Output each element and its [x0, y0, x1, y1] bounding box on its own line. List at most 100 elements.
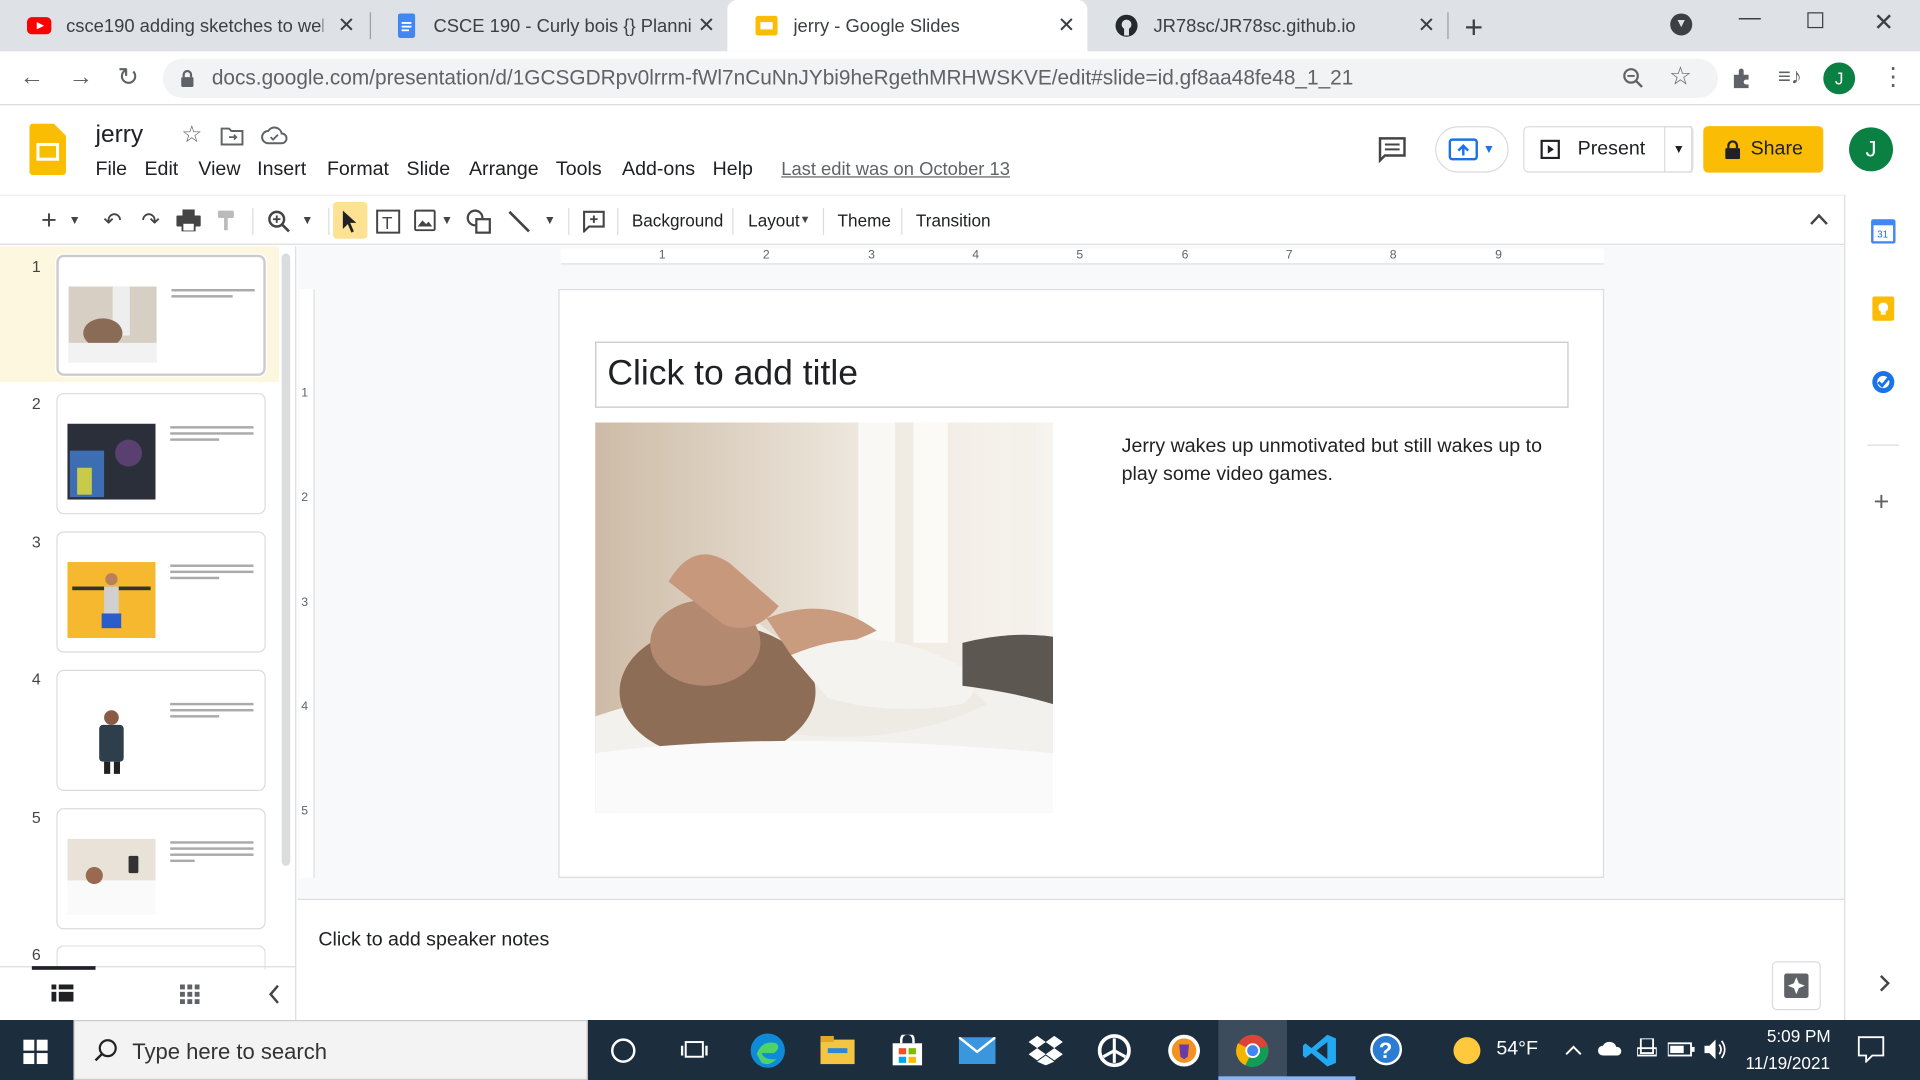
browser-tab-docs[interactable]: CSCE 190 - Curly bois {} Planning ✕ — [367, 0, 727, 51]
document-title[interactable]: jerry — [96, 121, 144, 149]
zoom-out-icon[interactable] — [1622, 67, 1644, 89]
menu-file[interactable]: File — [96, 159, 128, 181]
last-edit-link[interactable]: Last edit was on October 13 — [781, 159, 1010, 180]
onedrive-cloud-icon[interactable] — [1597, 1040, 1624, 1057]
back-arrow-icon[interactable]: ← — [20, 64, 44, 92]
layout-button[interactable]: Layout — [748, 211, 799, 231]
grid-view-icon[interactable] — [180, 984, 200, 1005]
clock-time[interactable]: 5:09 PM — [1756, 1026, 1842, 1046]
menu-view[interactable]: View — [198, 159, 240, 181]
restore-icon[interactable] — [1807, 12, 1824, 29]
layout-chevron-down-icon[interactable]: ▼ — [800, 213, 811, 225]
account-avatar[interactable]: J — [1848, 127, 1894, 172]
new-tab-plus-icon[interactable]: + — [1465, 9, 1484, 47]
file-explorer-icon[interactable] — [817, 1030, 859, 1072]
calendar-icon[interactable]: 31 — [1871, 219, 1896, 244]
slide-photo[interactable] — [595, 422, 1054, 814]
present-to-meeting-button[interactable]: ▼ — [1435, 126, 1509, 173]
close-icon[interactable]: ✕ — [698, 13, 715, 37]
select-cursor-icon[interactable] — [342, 209, 359, 233]
undo-icon[interactable]: ↶ — [98, 206, 127, 235]
device-icon[interactable] — [1637, 1038, 1657, 1060]
tasks-icon[interactable] — [1871, 370, 1895, 394]
weather-temperature[interactable]: 54°F — [1496, 1038, 1538, 1060]
filmstrip-scrollbar[interactable] — [281, 253, 291, 866]
google-slides-logo-icon[interactable] — [29, 123, 67, 176]
current-slide[interactable]: Click to add title Jerry wakes up unmoti… — [558, 288, 1605, 878]
close-icon[interactable]: ✕ — [338, 13, 355, 37]
hidden-icons-chevron-up-icon[interactable] — [1565, 1044, 1582, 1055]
notifications-icon[interactable] — [1857, 1036, 1885, 1063]
redo-icon[interactable]: ↷ — [136, 206, 165, 235]
close-window-icon[interactable]: ✕ — [1873, 7, 1894, 38]
image-chevron-down-icon[interactable]: ▼ — [438, 206, 455, 235]
browser-tab-github[interactable]: JR78sc/JR78sc.github.io ✕ — [1087, 0, 1447, 51]
forward-arrow-icon[interactable]: → — [69, 64, 93, 92]
menu-arrange[interactable]: Arrange — [469, 159, 539, 181]
task-view-icon[interactable] — [673, 1030, 715, 1072]
url-text[interactable]: docs.google.com/presentation/d/1GCSGDRpv… — [212, 66, 1353, 90]
microsoft-store-icon[interactable] — [887, 1030, 929, 1072]
slide-thumbnail-1[interactable] — [56, 254, 266, 376]
slide-title-placeholder[interactable]: Click to add title — [595, 341, 1569, 408]
profile-avatar[interactable]: J — [1823, 62, 1856, 95]
volume-icon[interactable] — [1704, 1038, 1729, 1060]
chrome-menu-icon[interactable]: ⋮ — [1881, 61, 1905, 92]
get-help-icon[interactable]: ? — [1367, 1030, 1409, 1072]
edge-icon[interactable] — [747, 1030, 789, 1072]
brave-browser-icon[interactable] — [1163, 1030, 1205, 1072]
media-control-icon[interactable]: ≡♪ — [1778, 64, 1802, 90]
menu-add-ons[interactable]: Add-ons — [622, 159, 695, 181]
browser-tab-youtube[interactable]: csce190 adding sketches to webs ✕ — [0, 0, 367, 51]
dropbox-icon[interactable] — [1025, 1030, 1067, 1072]
slide-thumbnail-2[interactable] — [56, 393, 266, 515]
weather-sun-icon[interactable] — [1452, 1036, 1481, 1065]
battery-icon[interactable] — [1667, 1042, 1695, 1057]
move-folder-icon[interactable] — [220, 126, 244, 146]
windows-start-icon[interactable] — [23, 1039, 48, 1065]
close-icon[interactable]: ✕ — [1058, 13, 1075, 37]
menu-tools[interactable]: Tools — [556, 159, 602, 181]
close-icon[interactable]: ✕ — [1418, 13, 1435, 37]
lock-icon[interactable] — [180, 69, 195, 87]
print-icon[interactable] — [176, 209, 201, 232]
explore-button[interactable] — [1771, 961, 1821, 1011]
cortana-icon[interactable] — [602, 1030, 644, 1072]
share-button[interactable]: Share — [1703, 126, 1824, 173]
paint-format-icon[interactable] — [216, 209, 238, 231]
insert-image-icon[interactable] — [414, 209, 436, 232]
star-icon[interactable]: ☆ — [181, 121, 202, 149]
extensions-puzzle-icon[interactable] — [1730, 66, 1754, 90]
line-icon[interactable] — [507, 209, 531, 233]
slide-thumbnail-3[interactable] — [56, 531, 266, 653]
menu-slide[interactable]: Slide — [407, 159, 451, 181]
shape-icon[interactable] — [465, 208, 492, 235]
cloud-status-icon[interactable] — [261, 126, 288, 146]
speaker-notes-placeholder[interactable]: Click to add speaker notes — [318, 929, 549, 951]
new-slide-plus-icon[interactable]: + — [34, 204, 63, 235]
clock-date[interactable]: 11/19/2021 — [1739, 1053, 1837, 1073]
browser-tab-slides[interactable]: jerry - Google Slides ✕ — [727, 0, 1088, 52]
minimize-icon[interactable]: — — [1739, 5, 1761, 31]
theme-button[interactable]: Theme — [838, 211, 891, 231]
tab-search-icon[interactable]: ▼ — [1670, 13, 1693, 36]
zoom-icon[interactable] — [267, 209, 291, 233]
expand-chevron-right-icon[interactable] — [1878, 975, 1890, 992]
reload-icon[interactable]: ↻ — [118, 62, 140, 93]
menu-edit[interactable]: Edit — [144, 159, 178, 181]
filmstrip-view-icon[interactable] — [51, 984, 74, 1002]
zoom-chevron-down-icon[interactable]: ▼ — [299, 206, 316, 235]
menu-insert[interactable]: Insert — [257, 159, 306, 181]
menu-format[interactable]: Format — [327, 159, 389, 181]
add-addon-plus-icon[interactable]: + — [1873, 486, 1889, 518]
bookmark-star-icon[interactable]: ☆ — [1669, 61, 1692, 92]
add-comment-icon[interactable] — [582, 209, 606, 233]
chrome-icon[interactable] — [1232, 1030, 1274, 1072]
comments-icon[interactable] — [1378, 136, 1407, 163]
vscode-icon[interactable] — [1299, 1030, 1341, 1072]
text-box-icon[interactable]: T — [375, 208, 402, 235]
collapse-chevron-left-icon[interactable] — [268, 984, 280, 1004]
menu-help[interactable]: Help — [713, 159, 753, 181]
slide-thumbnail-5[interactable] — [56, 808, 266, 930]
transition-button[interactable]: Transition — [916, 211, 991, 231]
